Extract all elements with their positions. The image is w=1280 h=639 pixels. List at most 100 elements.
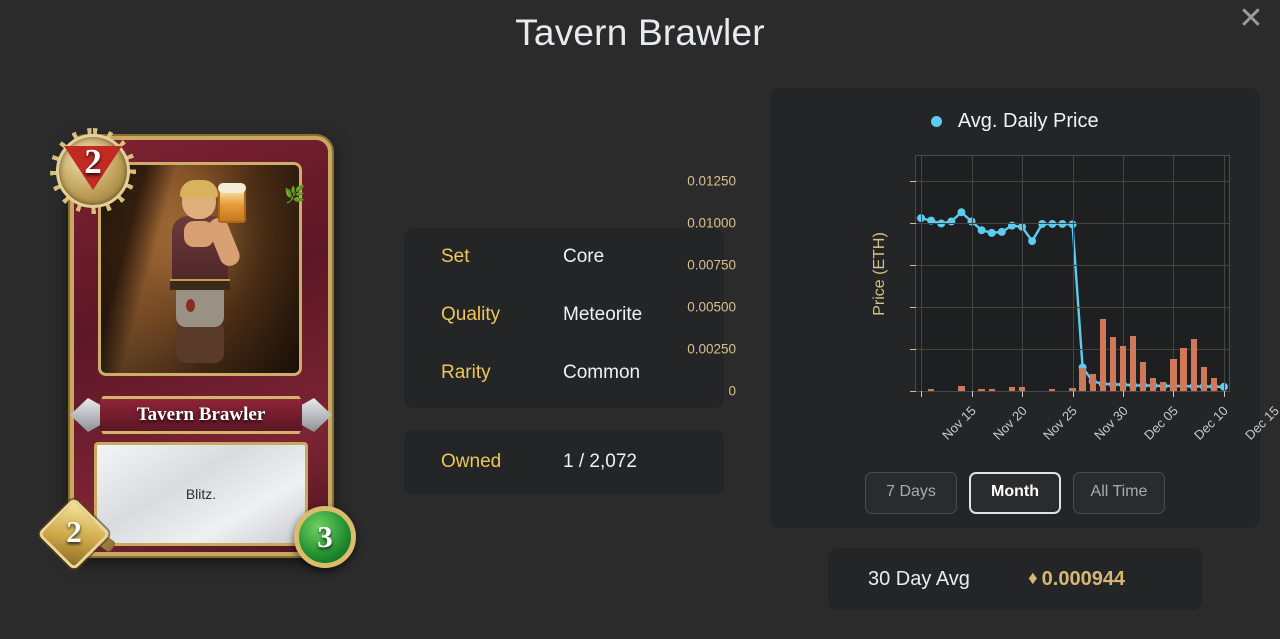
owned-panel: Owned 1 / 2,072 xyxy=(404,430,724,494)
grid-line-vertical xyxy=(1223,156,1225,391)
ethereum-icon: ♦ xyxy=(1027,568,1038,589)
chart-data-point xyxy=(997,227,1006,236)
card-attributes-panel: Set Core Quality Meteorite Rarity Common xyxy=(404,228,724,408)
chart-bar xyxy=(988,388,995,391)
y-axis-title: Price (ETH) xyxy=(870,231,888,316)
x-axis-tick-label: Nov 15 xyxy=(939,403,979,443)
chart-data-point xyxy=(977,226,986,235)
card-name: Tavern Brawler xyxy=(136,404,266,425)
name-plate-wing-right xyxy=(302,398,332,432)
y-axis-tick xyxy=(910,181,916,183)
x-axis-tick-label: Nov 20 xyxy=(989,403,1030,443)
mana-cost-value: 2 xyxy=(84,142,102,181)
card-detail-modal: Tavern Brawler ✕ 🌿 Tavern Brawler Blitz.… xyxy=(0,0,1280,639)
average-value: 0.000944 xyxy=(1041,567,1126,590)
grid-line-vertical xyxy=(971,156,973,391)
attribute-label: Rarity xyxy=(441,362,491,383)
average-label: 30 Day Avg xyxy=(868,567,970,590)
card-preview[interactable]: 🌿 Tavern Brawler Blitz. 2 2 3 xyxy=(37,126,356,571)
chart-bar xyxy=(1109,337,1116,391)
x-axis-tick xyxy=(1122,391,1124,397)
x-axis-tick-label: Dec 05 xyxy=(1141,403,1181,443)
y-axis-tick-label: 0.00500 xyxy=(687,299,736,315)
x-axis-tick-label: Dec 10 xyxy=(1191,403,1232,443)
attack-badge: 2 xyxy=(37,497,117,571)
attribute-label: Quality xyxy=(441,304,501,325)
grid-line-vertical xyxy=(1022,156,1024,391)
y-axis-tick xyxy=(910,223,916,225)
health-value: 3 xyxy=(317,519,333,554)
average-price-bar: 30 Day Avg ♦ 0.000944 xyxy=(828,548,1202,610)
chart-bar xyxy=(928,389,935,391)
chart-bar xyxy=(1129,335,1137,391)
legend-label: Avg. Daily Price xyxy=(957,110,1099,132)
grid-line-vertical xyxy=(1173,156,1175,391)
health-badge: 3 xyxy=(294,506,356,568)
average-value-group: ♦ 0.000944 xyxy=(1028,568,1125,591)
card-description: Blitz. xyxy=(185,486,217,502)
card-text-box: Blitz. xyxy=(94,442,308,546)
attribute-value: Core xyxy=(563,246,605,267)
chart-bar xyxy=(1008,387,1016,391)
owned-value: 1 / 2,072 xyxy=(563,451,637,472)
y-axis-tick-label: 0 xyxy=(728,383,736,399)
y-axis-tick-label: 0.00250 xyxy=(687,341,736,357)
legend-dot-icon xyxy=(931,116,943,127)
y-axis-tick xyxy=(910,307,916,309)
x-axis-tick xyxy=(921,391,923,397)
chart-bar xyxy=(1180,348,1187,391)
x-axis-tick xyxy=(1072,391,1074,397)
chart-bar xyxy=(1099,318,1106,391)
chart-bar xyxy=(1079,367,1086,391)
x-axis-tick xyxy=(1022,391,1024,397)
attribute-label: Set xyxy=(441,246,470,267)
range-button-month[interactable]: Month xyxy=(969,472,1061,514)
x-axis-tick xyxy=(1173,391,1175,397)
chart-bar xyxy=(958,386,965,391)
name-plate-wing-left xyxy=(70,398,100,432)
chart-bar xyxy=(1119,345,1127,391)
chart-data-point xyxy=(947,217,956,226)
attribute-row-quality: Quality Meteorite xyxy=(404,286,724,344)
chart-bar xyxy=(1190,338,1197,391)
x-axis-tick-label: Nov 25 xyxy=(1040,403,1080,443)
grid-line-vertical xyxy=(1072,156,1074,391)
x-axis-tick-label: Nov 30 xyxy=(1090,403,1131,443)
chart-data-point xyxy=(987,228,996,237)
artwork-figure xyxy=(154,180,246,369)
chart-bar xyxy=(1150,378,1157,391)
x-axis-tick xyxy=(971,391,973,397)
attribute-value: Common xyxy=(563,362,641,383)
price-chart-plot[interactable]: Price (ETH) 0 0.00250 0.00500 0.00750 0.0100… xyxy=(687,155,1280,443)
chart-bar xyxy=(1170,359,1177,391)
mana-cost-badge: 2 xyxy=(48,126,138,216)
y-axis-tick-label: 0.01250 xyxy=(687,173,736,189)
y-axis-tick xyxy=(910,391,916,392)
chart-bar xyxy=(1200,366,1207,391)
y-axis-tick-label: 0.00750 xyxy=(687,257,736,273)
range-button-7-days[interactable]: 7 Days xyxy=(865,472,957,514)
range-button-all-time[interactable]: All Time xyxy=(1073,472,1165,514)
chart-legend: Avg. Daily Price xyxy=(770,110,1260,133)
page-title: Tavern Brawler xyxy=(515,12,765,53)
y-axis-tick xyxy=(910,265,916,267)
chart-bar xyxy=(1049,389,1056,391)
close-icon[interactable]: ✕ xyxy=(1234,2,1268,36)
chart-data-point xyxy=(957,208,966,217)
owned-label: Owned xyxy=(441,451,502,472)
chart-bar xyxy=(1160,381,1167,391)
card-name-plate: Tavern Brawler xyxy=(92,396,310,434)
chart-bar xyxy=(1210,377,1217,391)
chart-data-point xyxy=(1028,237,1037,246)
grid-line-vertical xyxy=(921,156,923,391)
x-axis-tick xyxy=(1223,391,1225,397)
laurel-wreath-icon: 🌿 xyxy=(284,185,306,204)
price-chart-panel: Avg. Daily Price Price (ETH) 0 0.00250 0.0… xyxy=(687,88,1280,528)
x-axis-tick-label: Dec 15 xyxy=(1242,403,1280,443)
chart-bar xyxy=(978,389,985,391)
chart-bar xyxy=(1140,362,1147,391)
owned-row: Owned 1 / 2,072 xyxy=(404,430,724,494)
range-selector[interactable]: 7 Days Month All Time xyxy=(770,472,1260,514)
chart-bar xyxy=(1069,387,1076,391)
y-axis-tick xyxy=(910,349,916,351)
